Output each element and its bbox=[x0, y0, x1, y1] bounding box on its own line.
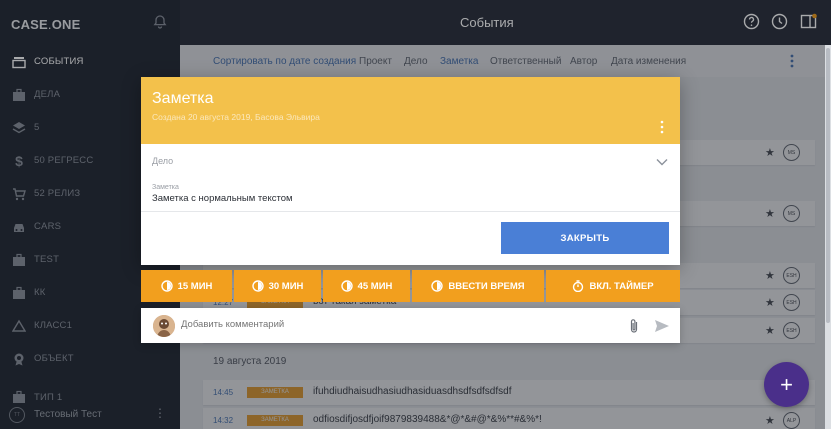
paperclip-icon[interactable] bbox=[628, 318, 640, 334]
timer-30-button[interactable]: 30 МИН bbox=[234, 270, 321, 302]
pie-timer-icon bbox=[431, 280, 444, 292]
add-button[interactable]: + bbox=[764, 362, 809, 407]
timer-45-button[interactable]: 45 МИН bbox=[323, 270, 410, 302]
pie-timer-icon bbox=[340, 280, 353, 292]
pie-timer-icon bbox=[160, 280, 173, 292]
modal-header: Заметка Создана 20 августа 2019, Басова … bbox=[141, 77, 680, 144]
send-icon[interactable] bbox=[654, 319, 670, 333]
scrollbar-thumb[interactable] bbox=[826, 48, 830, 323]
comment-bar bbox=[141, 308, 680, 343]
timer-label: 15 МИН bbox=[177, 280, 213, 292]
note-field[interactable]: Заметка с нормальным текстом bbox=[152, 193, 293, 204]
start-timer-button[interactable]: ВКЛ. ТАЙМЕР bbox=[546, 270, 680, 302]
close-button[interactable]: ЗАКРЫТЬ bbox=[501, 222, 669, 254]
timer-15-button[interactable]: 15 МИН bbox=[141, 270, 232, 302]
stopwatch-icon bbox=[572, 280, 584, 293]
timer-label: 45 МИН bbox=[357, 280, 393, 292]
timer-label: 30 МИН bbox=[268, 280, 304, 292]
avatar bbox=[153, 315, 175, 337]
case-select[interactable]: Дело bbox=[152, 156, 173, 166]
modal-title: Заметка bbox=[152, 90, 214, 107]
comment-input[interactable] bbox=[181, 319, 601, 330]
note-modal: Заметка Создана 20 августа 2019, Басова … bbox=[141, 77, 680, 265]
chevron-down-icon[interactable] bbox=[656, 154, 668, 166]
kebab-menu-icon[interactable] bbox=[659, 120, 665, 134]
note-field-label: Заметка bbox=[152, 184, 179, 191]
timer-label: ВВЕСТИ ВРЕМЯ bbox=[448, 280, 525, 292]
pie-timer-icon bbox=[251, 280, 264, 292]
divider bbox=[141, 211, 680, 212]
modal-subtitle: Создана 20 августа 2019, Басова Эльвира bbox=[152, 112, 320, 122]
header-backdrop bbox=[180, 0, 831, 45]
timer-label: ВКЛ. ТАЙМЕР bbox=[589, 280, 654, 292]
enter-time-button[interactable]: ВВЕСТИ ВРЕМЯ bbox=[412, 270, 544, 302]
